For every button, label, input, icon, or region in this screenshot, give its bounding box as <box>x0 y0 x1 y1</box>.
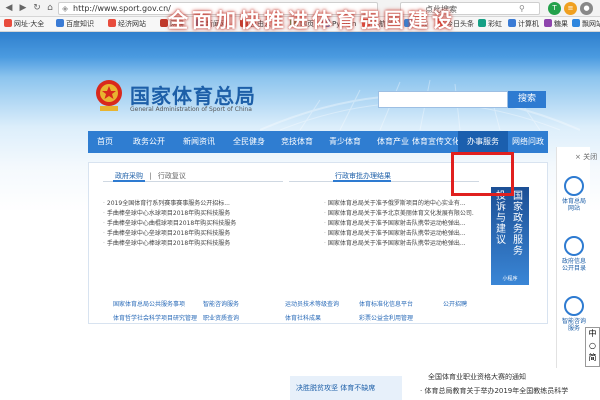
news-item[interactable]: 全国体育业职业资格大赛的通知 <box>428 372 526 382</box>
list-item[interactable]: 国家体育总局关于准予国家射击队携带运动枪弹出... <box>324 239 474 249</box>
floating-widget[interactable]: 中 ○ 简 <box>585 327 600 367</box>
bookmark-item[interactable]: 网址·大全 <box>4 19 44 30</box>
tab-approval-results[interactable]: 行政审批办理结果 <box>335 172 391 180</box>
nav-item-home[interactable]: 首页 <box>88 131 122 153</box>
banner-slogan: 全面加快推进体育强国建设 <box>168 8 456 32</box>
sidebar-item-sport-site[interactable]: 体育总局网站 <box>560 176 588 212</box>
service-link[interactable]: 公开招聘 <box>443 299 467 308</box>
bookmark-item[interactable]: 计算机 <box>508 19 539 30</box>
site-subtitle: General Administration of Sport of China <box>130 106 252 113</box>
service-link[interactable]: 彩票公益金利用管理 <box>359 313 413 322</box>
list-item[interactable]: 手曲棒垒球中心曲棍球项目2018年购买科技服务 <box>103 219 273 229</box>
nav-item-youth[interactable]: 青少体育 <box>322 131 368 153</box>
bookmark-item[interactable]: 糖果 <box>544 19 568 30</box>
active-tab-underline <box>333 180 391 182</box>
service-link[interactable]: 运动员技术等级查询 <box>285 299 339 308</box>
approval-list: 国家体育总局关于准予俄罗斯项目的地中心实业有... 国家体育总局关于准予北京美丽… <box>324 199 474 249</box>
nav-item-news[interactable]: 新闻资讯 <box>176 131 222 153</box>
banner-text-col1: 国家政务服务 <box>513 191 523 257</box>
national-emblem-icon <box>96 80 122 111</box>
banner-small-text: 小程序 <box>502 276 518 282</box>
bottom-banner-text: 决胜脱贫攻坚 体育不缺席 <box>296 384 376 392</box>
service-link[interactable]: 智能咨询服务 <box>203 299 239 308</box>
service-link[interactable]: 体育标准化信息平台 <box>359 299 413 308</box>
bookmark-icon <box>544 19 552 27</box>
bookmark-icon <box>508 19 516 27</box>
tab-procurement[interactable]: 政府采购 <box>115 172 143 180</box>
active-tab-underline <box>113 180 145 182</box>
page-icon: ◈ <box>62 4 69 13</box>
banner-text-col2: 投诉与建议 <box>496 191 506 246</box>
extension-icon[interactable]: T <box>548 2 561 15</box>
bookmark-icon <box>572 19 580 27</box>
highlight-box <box>451 152 514 196</box>
nav-item-services[interactable]: 办事服务 <box>458 131 508 153</box>
nav-item-inquiry[interactable]: 网络问政 <box>508 131 548 153</box>
search-icon[interactable]: ⚲ <box>519 4 525 13</box>
home-icon[interactable]: ⌂ <box>45 3 55 13</box>
gov-service-banner[interactable]: 国家政务服务 投诉与建议 小程序 <box>491 187 529 285</box>
bookmark-icon <box>56 19 64 27</box>
bookmark-icon <box>478 19 486 27</box>
tab-separator: | <box>149 172 152 180</box>
bookmark-icon <box>108 19 116 27</box>
bookmark-item[interactable]: 飘网站 <box>572 19 600 30</box>
bookmark-icon <box>160 19 168 27</box>
bookmark-item[interactable]: 彩虹 <box>478 19 502 30</box>
site-title: 国家体育总局 <box>130 84 256 108</box>
procurement-list: 2019全国体育行系列赛事赛事服务公开招标... 手曲棒垒球中心水球项目2018… <box>103 199 273 249</box>
document-icon <box>564 236 584 256</box>
tab-reconsideration[interactable]: 行政复议 <box>158 172 186 180</box>
user-icon[interactable]: ● <box>580 2 593 15</box>
nav-item-competitive[interactable]: 竞技体育 <box>274 131 320 153</box>
service-link[interactable]: 职业资质查询 <box>203 313 239 322</box>
site-search-button[interactable]: 搜索 <box>508 91 546 108</box>
service-link[interactable]: 国家体育总局公共服务事项 <box>113 299 185 308</box>
main-nav: 首页 政务公开 新闻资讯 全民健身 竞技体育 青少体育 体育产业 体育宣传文化 … <box>88 131 548 153</box>
service-link[interactable]: 体育哲学社会科学项目研究管理 <box>113 313 197 322</box>
nav-item-government[interactable]: 政务公开 <box>126 131 172 153</box>
news-item[interactable]: · 体育总局教育关于举办2019年全国教练员科学 <box>420 386 568 396</box>
forward-icon[interactable]: ▶ <box>18 3 28 13</box>
sidebar-item-info-directory[interactable]: 政府信息公开目录 <box>560 236 588 272</box>
list-item[interactable]: 国家体育总局关于准予国家射击队携带运动枪弹出... <box>324 229 474 239</box>
service-link[interactable]: 体育社科成果 <box>285 313 321 322</box>
list-item[interactable]: 国家体育总局关于准予俄罗斯项目的地中心实业有... <box>324 199 474 209</box>
back-icon[interactable]: ◀ <box>4 3 14 13</box>
nav-item-fitness[interactable]: 全民健身 <box>226 131 272 153</box>
bookmark-item[interactable]: 百度知识 <box>56 19 94 30</box>
chat-icon <box>564 296 584 316</box>
site-search-input[interactable] <box>378 91 508 108</box>
list-item[interactable]: 手曲棒垒球中心棒球项目2018年购买科技服务 <box>103 239 273 249</box>
menu-icon[interactable]: ≡ <box>564 2 577 15</box>
list-item[interactable]: 手曲棒垒球中心垒球项目2018年购买科技服务 <box>103 229 273 239</box>
url-text: http://www.sport.gov.cn/ <box>73 4 171 13</box>
nav-item-culture[interactable]: 体育宣传文化 <box>408 131 464 153</box>
list-item[interactable]: 2019全国体育行系列赛事赛事服务公开招标... <box>103 199 273 209</box>
list-item[interactable]: 国家体育总局关于准予国家射击队携带运动枪弹出... <box>324 219 474 229</box>
sidebar-item-consult[interactable]: 智能咨询服务 <box>560 296 588 332</box>
sport-site-icon <box>564 176 584 196</box>
list-item[interactable]: 手曲棒垒球中心水球项目2018年购买科技服务 <box>103 209 273 219</box>
list-item[interactable]: 国家体育总局关于准予北京美丽体育文化发展有限公司... <box>324 209 474 219</box>
bookmark-icon <box>4 19 12 27</box>
bottom-banner[interactable]: 决胜脱贫攻坚 体育不缺席 <box>290 376 402 400</box>
sidebar-close-button[interactable]: × 关闭 <box>575 152 597 162</box>
bookmark-item[interactable]: 经济网站 <box>108 19 146 30</box>
reload-icon[interactable]: ↻ <box>32 3 42 13</box>
